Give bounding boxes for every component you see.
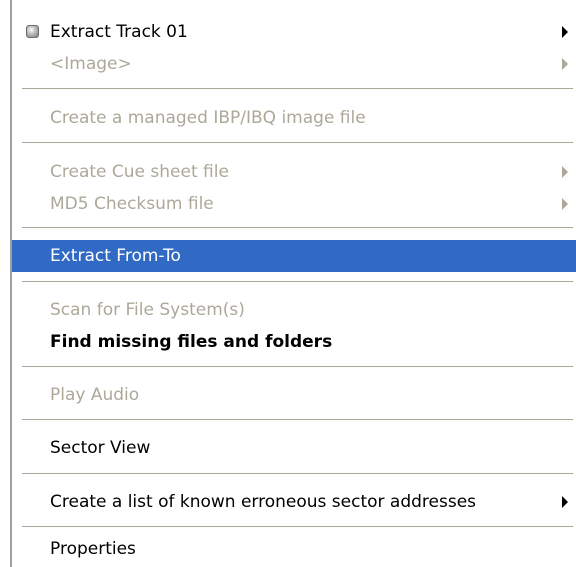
- menu-separator: [22, 281, 573, 282]
- menu-item-extract-track[interactable]: Extract Track 01: [12, 16, 576, 48]
- menu-item-create-cue-sheet[interactable]: Create Cue sheet file: [12, 156, 576, 188]
- menu-item-label: Sector View: [50, 438, 151, 458]
- menu-item-label: Scan for File System(s): [50, 300, 245, 320]
- menu-item-label: Create Cue sheet file: [50, 162, 229, 182]
- menu-item-create-managed-image[interactable]: Create a managed IBP/IBQ image file: [12, 102, 576, 134]
- menu-item-label: Create a list of known erroneous sector …: [50, 492, 477, 512]
- menu-separator: [22, 526, 573, 527]
- menu-separator: [22, 473, 573, 474]
- submenu-arrow-icon: [562, 198, 568, 210]
- menu-item-label: Create a managed IBP/IBQ image file: [50, 108, 366, 128]
- submenu-arrow-icon: [562, 58, 568, 70]
- menu-item-play-audio[interactable]: Play Audio: [12, 379, 576, 411]
- menu-separator: [22, 88, 573, 89]
- menu-item-extract-from-to[interactable]: Extract From-To: [12, 240, 576, 272]
- menu-separator: [22, 366, 573, 367]
- menu-item-image[interactable]: <Image>: [12, 48, 576, 80]
- menu-item-label: Find missing files and folders: [50, 332, 333, 352]
- menu-item-label: Properties: [50, 539, 136, 559]
- menu-item-label: Extract Track 01: [50, 22, 188, 42]
- submenu-arrow-icon: [562, 26, 568, 38]
- menu-separator: [22, 419, 573, 420]
- context-menu: Extract Track 01 <Image> Create a manage…: [10, 0, 576, 567]
- menu-item-label: MD5 Checksum file: [50, 194, 214, 214]
- submenu-arrow-icon: [562, 166, 568, 178]
- menu-item-label: Play Audio: [50, 385, 140, 405]
- menu-item-find-missing-files[interactable]: Find missing files and folders: [12, 326, 576, 358]
- menu-item-scan-file-system[interactable]: Scan for File System(s): [12, 294, 576, 326]
- menu-item-label: <Image>: [50, 54, 132, 74]
- menu-separator: [22, 227, 573, 228]
- disc-icon: [26, 25, 39, 38]
- menu-item-sector-view[interactable]: Sector View: [12, 432, 576, 464]
- menu-item-md5-checksum[interactable]: MD5 Checksum file: [12, 188, 576, 220]
- menu-separator: [22, 142, 573, 143]
- menu-item-label: Extract From-To: [50, 246, 181, 266]
- menu-item-properties[interactable]: Properties: [12, 533, 576, 565]
- menu-item-erroneous-sector-list[interactable]: Create a list of known erroneous sector …: [12, 486, 576, 518]
- submenu-arrow-icon: [562, 496, 568, 508]
